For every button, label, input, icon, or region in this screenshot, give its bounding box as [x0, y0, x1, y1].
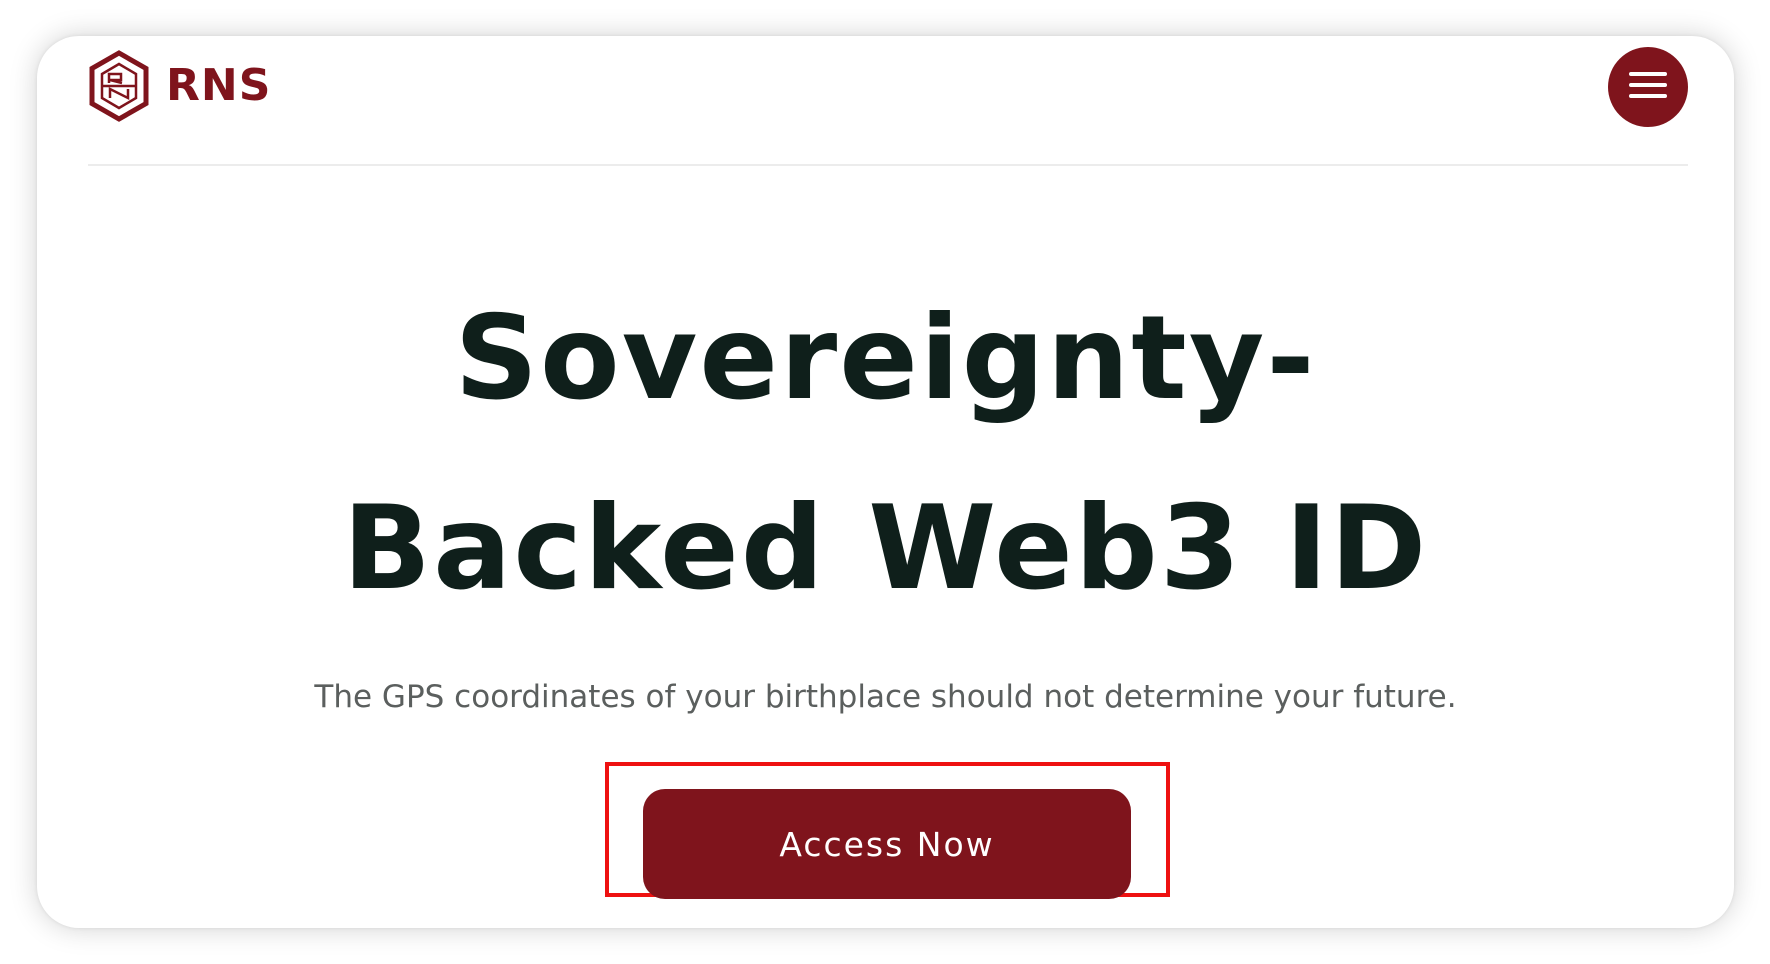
hero-subtitle: The GPS coordinates of your birthplace s… [314, 679, 1457, 715]
page-card: RNS Sovereignty- Backed Web3 ID The GPS … [37, 36, 1734, 928]
rns-hexagon-logo-icon [88, 50, 150, 122]
hamburger-menu-icon [1629, 72, 1667, 102]
brand-name: RNS [166, 60, 272, 111]
menu-button[interactable] [1608, 47, 1688, 127]
hero-title-line-2: Backed Web3 ID [342, 481, 1429, 616]
hero-title: Sovereignty- Backed Web3 ID [37, 264, 1734, 644]
site-header: RNS [88, 36, 1688, 166]
brand-logo-link[interactable]: RNS [88, 50, 271, 122]
access-now-button[interactable]: Access Now [643, 789, 1131, 899]
hero-title-line-1: Sovereignty- [454, 291, 1317, 426]
